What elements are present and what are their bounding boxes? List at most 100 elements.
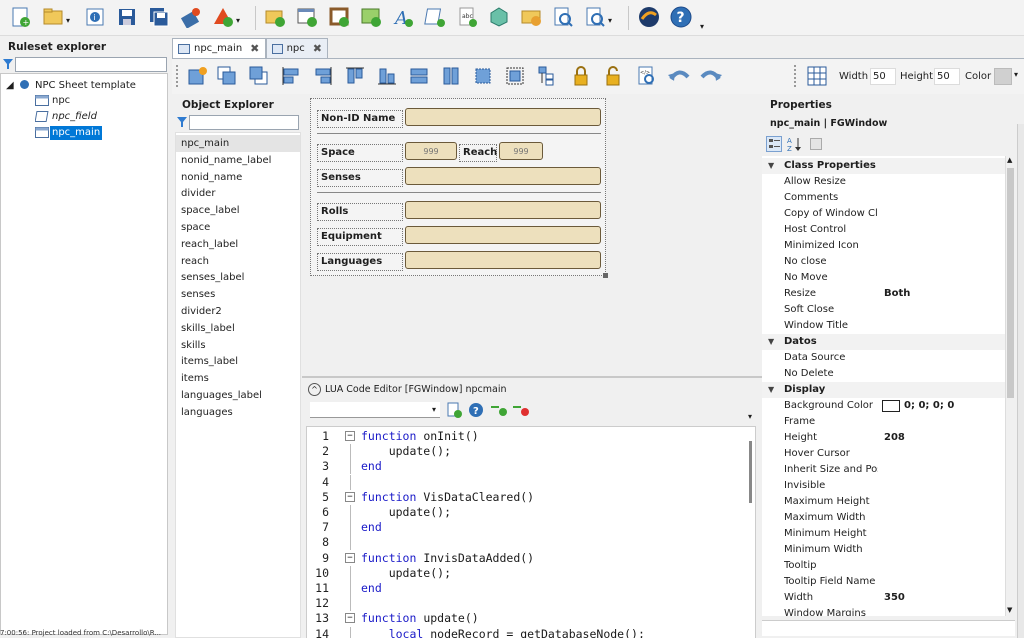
property-category[interactable]: ▼ Datos [762,334,1005,350]
property-row[interactable]: Width 350 [762,590,1005,606]
scrollbar[interactable] [749,441,752,503]
tree-expander-icon[interactable]: ◢ [6,79,14,93]
object-item[interactable]: nonid_name_label [176,152,300,169]
property-row[interactable]: Comments [762,190,1005,206]
same-height-icon[interactable] [438,64,464,88]
align-bottom-icon[interactable] [374,64,400,88]
property-row[interactable]: No close [762,254,1005,270]
property-row[interactable]: Height 208 [762,430,1005,446]
object-item[interactable]: space_label [176,202,300,219]
chevron-down-icon[interactable]: ▾ [236,16,240,25]
property-row[interactable]: Invisible [762,478,1005,494]
object-item[interactable]: senses_label [176,269,300,286]
tab-npc-main[interactable]: npc_main ✖ [172,38,266,58]
add-string-icon[interactable]: abc [454,5,480,29]
scroll-down-icon[interactable]: ▼ [1007,606,1012,614]
grid-color-swatch[interactable] [994,68,1012,85]
senses-label[interactable]: Senses [317,169,403,187]
group-icon[interactable] [502,64,528,88]
divider[interactable] [317,133,601,134]
chevron-down-icon[interactable]: ▾ [608,16,612,25]
divider2[interactable] [317,192,601,193]
fold-icon[interactable]: − [345,613,355,624]
property-row[interactable]: Frame [762,414,1005,430]
reach-field[interactable]: 999 [499,142,543,160]
object-item[interactable]: reach [176,253,300,270]
align-top-icon[interactable] [342,64,368,88]
property-row[interactable]: Inherit Size and Position [762,462,1005,478]
reach-label[interactable]: Reach [459,144,497,162]
property-row[interactable]: Maximum Height [762,494,1005,510]
property-row[interactable]: Resize Both [762,286,1005,302]
property-row[interactable]: Minimized Icon [762,238,1005,254]
filter-icon[interactable] [176,116,188,128]
expand-icon[interactable]: ▼ [768,158,774,174]
chevron-down-icon[interactable]: ▾ [432,405,436,414]
build-icon[interactable] [178,5,204,29]
property-row[interactable]: Host Control [762,222,1005,238]
scroll-up-icon[interactable]: ▲ [1007,156,1012,164]
skills-field[interactable] [405,201,601,219]
add-dice-icon[interactable] [486,5,512,29]
tree-layout-icon[interactable] [534,64,560,88]
rolls-label[interactable]: Rolls [317,203,403,221]
object-item[interactable]: skills_label [176,320,300,337]
grid-width-input[interactable]: 50 [870,68,896,85]
properties-icon[interactable]: i [82,5,108,29]
object-item[interactable]: skills [176,337,300,354]
add-image-icon[interactable] [358,5,384,29]
add-script-icon[interactable] [422,5,448,29]
object-item[interactable]: npc_main [176,135,300,152]
tab-npc[interactable]: npc ✖ [266,38,328,58]
add-event-icon[interactable] [490,402,508,421]
tree-item-npc[interactable]: npc [52,94,70,108]
add-script-icon[interactable] [446,402,462,421]
add-folder-open-icon[interactable] [518,5,544,29]
ruleset-filter-input[interactable] [15,57,167,72]
view-xml-icon[interactable]: </> [634,64,660,88]
help-icon[interactable]: ? [468,402,484,421]
save-all-icon[interactable] [146,5,172,29]
add-window-icon[interactable] [294,5,320,29]
chevron-down-icon[interactable]: ▾ [748,412,752,421]
property-row[interactable]: No Delete [762,366,1005,382]
chevron-down-icon[interactable]: ▾ [66,16,70,25]
save-icon[interactable] [114,5,140,29]
resize-handle[interactable] [603,273,608,278]
property-value[interactable]: Both [884,286,910,302]
same-width-icon[interactable] [406,64,432,88]
space-label[interactable]: Space [317,144,403,162]
object-filter-input[interactable] [189,115,299,130]
new-ruleset-icon[interactable]: + [8,5,34,29]
send-to-back-icon[interactable] [246,64,272,88]
close-icon[interactable]: ✖ [313,42,322,55]
property-row[interactable]: Minimum Height [762,526,1005,542]
grid-height-input[interactable]: 50 [934,68,960,85]
scroll-thumb[interactable] [1007,168,1014,398]
align-left-icon[interactable] [278,64,304,88]
tree-item-npc-main[interactable]: npc_main [50,126,103,140]
redo-icon[interactable] [698,64,724,88]
close-icon[interactable]: ✖ [250,42,259,55]
property-row[interactable]: Maximum Width [762,510,1005,526]
help-icon[interactable]: ? [668,5,694,29]
object-item[interactable]: senses [176,286,300,303]
property-category[interactable]: ▼ Class Properties [762,158,1005,174]
deploy-icon[interactable] [210,5,236,29]
add-folder-icon[interactable] [262,5,288,29]
object-item[interactable]: divider [176,185,300,202]
new-control-icon[interactable] [184,64,210,88]
property-row[interactable]: Background Color 0; 0; 0; 0 [762,398,1005,414]
property-row[interactable]: Allow Resize [762,174,1005,190]
property-row[interactable]: Soft Close [762,302,1005,318]
object-item[interactable]: reach_label [176,236,300,253]
senses-field[interactable] [405,167,601,185]
property-row[interactable]: Tooltip Field Name [762,574,1005,590]
property-row[interactable]: Tooltip [762,558,1005,574]
lock-icon[interactable] [568,64,594,88]
function-select[interactable] [310,402,440,418]
items-field[interactable] [405,226,601,244]
property-row[interactable]: Copy of Window Class [762,206,1005,222]
color-swatch[interactable] [882,400,900,412]
property-value[interactable]: 208 [884,430,905,446]
